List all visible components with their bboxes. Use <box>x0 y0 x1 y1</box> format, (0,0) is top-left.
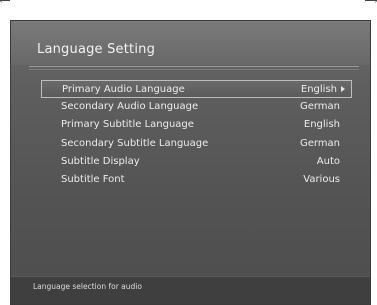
page-title: Language Setting <box>37 42 156 57</box>
title-divider-secondary <box>29 69 359 70</box>
menu-item-value: German <box>299 137 340 149</box>
frame-corner-right <box>365 0 377 3</box>
menu-item-label: Subtitle Font <box>61 173 125 185</box>
menu-item-value: English <box>301 84 345 95</box>
help-bar: Language selection for audio <box>11 276 370 304</box>
menu-item-secondary-audio-language[interactable]: Secondary Audio Language German <box>41 98 352 116</box>
menu-item-value: Various <box>303 173 340 185</box>
menu-item-primary-audio-language[interactable]: Primary Audio Language English <box>41 80 352 99</box>
menu-item-value: English <box>303 119 340 131</box>
title-divider <box>29 66 359 67</box>
menu-item-subtitle-font[interactable]: Subtitle Font Various <box>41 171 352 189</box>
tv-screen: Language Setting Primary Audio Language … <box>10 20 371 305</box>
menu-item-secondary-subtitle-language[interactable]: Secondary Subtitle Language German <box>41 135 352 153</box>
menu-item-label: Primary Subtitle Language <box>61 119 194 131</box>
menu-item-label: Primary Audio Language <box>62 84 185 95</box>
menu-item-value: German <box>299 101 340 113</box>
header-bar: Language Setting <box>11 21 370 65</box>
frame-corner-left <box>0 0 10 3</box>
menu-item-label: Secondary Audio Language <box>61 101 199 113</box>
menu-item-label: Subtitle Display <box>61 155 140 167</box>
page: Language Setting Primary Audio Language … <box>0 0 377 305</box>
help-text: Language selection for audio <box>33 282 142 291</box>
menu-item-label: Secondary Subtitle Language <box>61 137 209 149</box>
settings-menu: Primary Audio Language English Secondary… <box>41 80 352 189</box>
menu-item-primary-subtitle-language[interactable]: Primary Subtitle Language English <box>41 116 352 134</box>
menu-item-value: Auto <box>316 155 340 167</box>
right-triangle-icon <box>341 86 345 92</box>
menu-item-subtitle-display[interactable]: Subtitle Display Auto <box>41 153 352 171</box>
